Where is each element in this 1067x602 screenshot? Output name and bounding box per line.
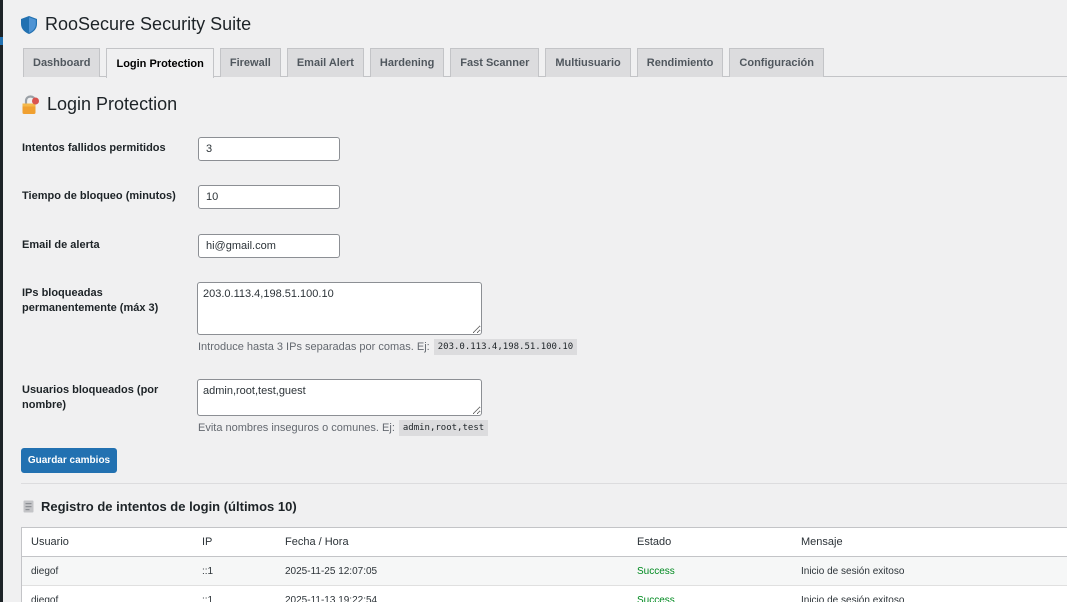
- section-heading: Login Protection: [21, 94, 177, 115]
- cell-datetime: 2025-11-25 12:07:05: [285, 566, 378, 577]
- column-header-user: Usuario: [31, 536, 69, 548]
- lock-icon: [22, 94, 39, 114]
- cell-ip: ::1: [202, 566, 214, 577]
- cell-message: Inicio de sesión exitoso: [801, 566, 905, 577]
- table-header-row: Usuario IP Fecha / Hora Estado Mensaje: [22, 528, 1067, 557]
- log-icon: [23, 500, 34, 513]
- blocked-users-label: Usuarios bloqueados (por nombre): [22, 384, 159, 411]
- column-header-datetime: Fecha / Hora: [285, 536, 349, 548]
- cell-datetime: 2025-11-13 19:22:54: [285, 595, 378, 602]
- alert-email-label: Email de alerta: [22, 239, 100, 251]
- shield-icon: [21, 15, 37, 34]
- cell-status: Success: [637, 595, 675, 602]
- blocked-ips-label: IPs bloqueadas permanentemente (máx 3): [22, 287, 159, 314]
- blocked-ips-example: 203.0.113.4,198.51.100.10: [433, 339, 578, 355]
- log-heading: Registro de intentos de login (últimos 1…: [23, 499, 297, 514]
- max-attempts-label: Intentos fallidos permitidos: [22, 142, 166, 154]
- app-title: RooSecure Security Suite: [45, 14, 252, 34]
- lockout-time-label: Tiempo de bloqueo (minutos): [22, 190, 176, 202]
- column-header-message: Mensaje: [801, 536, 843, 548]
- section-divider: [21, 483, 1067, 484]
- blocked-users-hint-text: Evita nombres inseguros o comunes. Ej:: [198, 422, 395, 434]
- blocked-users-hint: Evita nombres inseguros o comunes. Ej: a…: [198, 420, 489, 436]
- tab-multiusuario[interactable]: Multiusuario: [545, 48, 631, 77]
- login-log-table: Usuario IP Fecha / Hora Estado Mensaje d…: [21, 527, 1067, 602]
- cell-ip: ::1: [202, 595, 214, 602]
- app-header: RooSecure Security Suite: [21, 14, 251, 35]
- table-row: diegof ::1 2025-11-13 19:22:54 Success I…: [22, 586, 1067, 602]
- column-header-ip: IP: [202, 536, 213, 548]
- tab-bar: Dashboard Login Protection Firewall Emai…: [23, 48, 1067, 78]
- log-title: Registro de intentos de login (últimos 1…: [41, 499, 297, 514]
- blocked-ips-textarea[interactable]: 203.0.113.4,198.51.100.10: [197, 282, 482, 335]
- blocked-users-example: admin,root,test: [398, 420, 489, 436]
- alert-email-input[interactable]: [198, 234, 340, 258]
- blocked-users-textarea[interactable]: admin,root,test,guest: [197, 379, 482, 416]
- tab-login-protection[interactable]: Login Protection: [106, 48, 214, 78]
- admin-sidebar-edge: [0, 0, 3, 602]
- blocked-ips-hint: Introduce hasta 3 IPs separadas por coma…: [198, 339, 578, 355]
- lockout-time-input[interactable]: [198, 185, 340, 209]
- tab-fast-scanner[interactable]: Fast Scanner: [450, 48, 540, 77]
- tab-email-alert[interactable]: Email Alert: [286, 48, 364, 77]
- cell-user: diegof: [31, 595, 59, 602]
- cell-user: diegof: [31, 566, 59, 577]
- cell-message: Inicio de sesión exitoso: [801, 595, 905, 602]
- tab-configuracion[interactable]: Configuración: [729, 48, 824, 77]
- blocked-ips-hint-text: Introduce hasta 3 IPs separadas por coma…: [198, 341, 430, 353]
- cell-status: Success: [637, 566, 675, 577]
- tab-hardening[interactable]: Hardening: [369, 48, 445, 77]
- save-button[interactable]: Guardar cambios: [21, 448, 117, 473]
- sidebar-active-marker: [0, 37, 3, 45]
- tab-firewall[interactable]: Firewall: [219, 48, 281, 77]
- tab-rendimiento[interactable]: Rendimiento: [636, 48, 724, 77]
- tab-dashboard[interactable]: Dashboard: [23, 48, 101, 77]
- column-header-status: Estado: [637, 536, 672, 548]
- section-title: Login Protection: [47, 94, 178, 114]
- table-row: diegof ::1 2025-11-25 12:07:05 Success I…: [22, 557, 1067, 586]
- max-attempts-input[interactable]: [198, 137, 340, 161]
